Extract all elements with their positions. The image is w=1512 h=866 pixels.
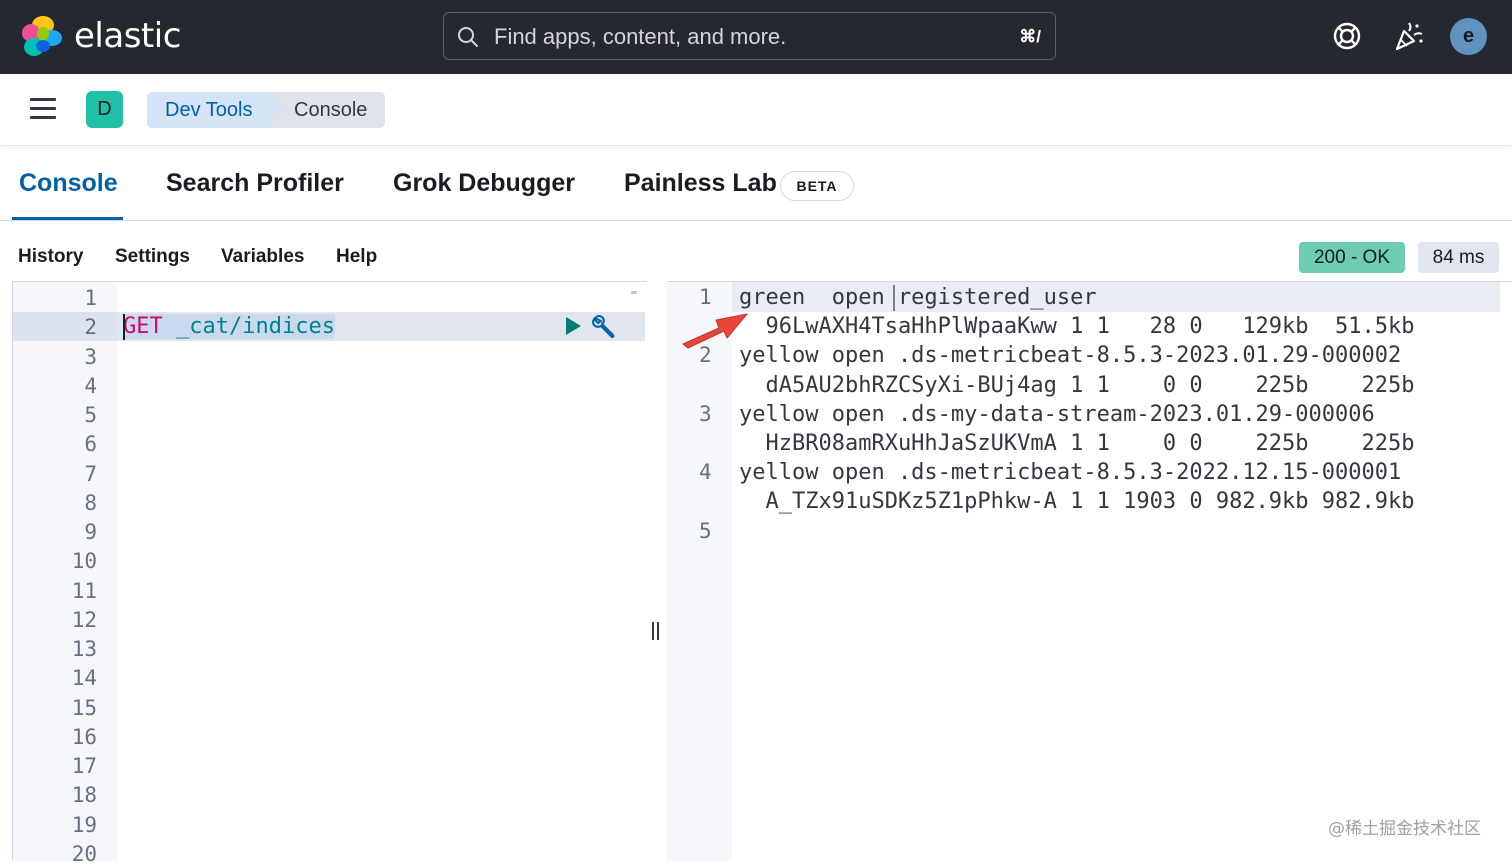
resize-handle[interactable] xyxy=(652,622,660,640)
request-line-number: 9 xyxy=(84,520,97,544)
history-link[interactable]: History xyxy=(18,246,83,268)
response-line-text: A_TZx91uSDKz5Z1pPhkw-A 1 1 1903 0 982.9k… xyxy=(739,489,1415,515)
status-code-badge: 200 - OK xyxy=(1299,242,1405,273)
response-line-number: 3 xyxy=(699,401,712,426)
tab-painless-lab[interactable]: Painless Lab xyxy=(624,169,777,198)
elastic-logo[interactable]: elastic xyxy=(22,16,181,56)
dev-tools-tabs: Console Search Profiler Grok Debugger Pa… xyxy=(0,147,1512,221)
menu-toggle-icon[interactable] xyxy=(30,98,56,120)
request-line-number: 4 xyxy=(84,373,97,398)
request-line-number: 15 xyxy=(71,695,97,720)
global-search-input[interactable]: Find apps, content, and more. ⌘/ xyxy=(443,12,1056,60)
top-header: elastic Find apps, content, and more. ⌘/… xyxy=(0,0,1512,74)
response-gutter xyxy=(667,282,732,861)
help-icon[interactable] xyxy=(1330,19,1364,53)
response-line-text: yellow open .ds-metricbeat-8.5.3-2022.12… xyxy=(739,460,1402,486)
response-line-text: yellow open .ds-my-data-stream-2023.01.2… xyxy=(739,401,1375,427)
response-line-text: HzBR08amRXuHhJaSzUKVmA 1 1 0 0 225b 225b xyxy=(739,431,1415,456)
breadcrumb-console: Console xyxy=(268,92,385,128)
watermark: @稀土掘金技术社区 xyxy=(1328,819,1481,839)
response-line-number: 5 xyxy=(699,518,712,543)
annotation-arrow-icon xyxy=(682,313,748,349)
tab-search-profiler[interactable]: Search Profiler xyxy=(166,169,344,198)
request-line-number: 17 xyxy=(71,754,97,778)
response-line-text: dA5AU2bhRZCSyXi-BUj4ag 1 1 0 0 225b 225b xyxy=(739,372,1415,398)
request-line-number: 16 xyxy=(71,724,97,749)
breadcrumb-dev-tools[interactable]: Dev Tools xyxy=(147,92,287,128)
variables-link[interactable]: Variables xyxy=(221,246,304,268)
help-link[interactable]: Help xyxy=(336,246,377,268)
request-method: GET xyxy=(123,314,163,339)
request-line-number: 5 xyxy=(84,403,97,427)
tab-console[interactable]: Console xyxy=(19,169,118,198)
request-line-number: 18 xyxy=(71,783,97,808)
fold-marker xyxy=(631,291,637,294)
wrench-icon[interactable] xyxy=(591,313,617,339)
response-line-number: 4 xyxy=(699,460,712,485)
request-line-number: 19 xyxy=(71,812,97,837)
search-shortcut: ⌘/ xyxy=(1019,27,1041,46)
tab-grok-debugger[interactable]: Grok Debugger xyxy=(393,169,575,198)
request-line-number: 11 xyxy=(71,578,97,603)
text-cursor xyxy=(123,314,125,340)
news-feed-icon[interactable] xyxy=(1392,19,1426,53)
send-request-icon[interactable] xyxy=(564,316,582,336)
request-line-number: 14 xyxy=(71,666,97,691)
request-line-number: 3 xyxy=(84,344,97,369)
elastic-logo-icon xyxy=(22,16,62,56)
request-code-line[interactable]: GET _cat/indices xyxy=(123,312,335,341)
request-line-number: 8 xyxy=(84,490,97,515)
response-cursor xyxy=(893,285,895,311)
request-time-badge: 84 ms xyxy=(1418,242,1499,273)
console-toolbar: History Settings Variables Help 200 - OK… xyxy=(0,236,1512,280)
request-path: _cat/indices xyxy=(162,314,335,339)
request-editor[interactable]: 1 2 3 4 5 6 7 8 9 10 11 12 13 14 15 16 17 18 19 20 GET _cat… xyxy=(12,281,646,866)
request-line-number: 2 xyxy=(84,315,97,340)
panel-divider xyxy=(646,281,667,860)
user-avatar[interactable]: e xyxy=(1450,18,1487,55)
request-line-number: 13 xyxy=(71,637,97,661)
response-line-text: 96LwAXH4TsaHhPlWpaaKww 1 1 28 0 129kb 51… xyxy=(739,314,1415,340)
space-avatar[interactable]: D xyxy=(86,91,123,128)
request-line-number: 12 xyxy=(71,607,97,632)
breadcrumb-bar: D Dev Tools Console xyxy=(0,74,1512,146)
active-tab-indicator xyxy=(12,217,123,220)
beta-badge: BETA xyxy=(780,171,854,201)
request-line-number: 20 xyxy=(71,841,97,866)
request-line-number: 10 xyxy=(71,549,97,574)
search-icon xyxy=(458,27,478,47)
request-line-number: 7 xyxy=(84,461,97,486)
response-output: 1 green open registered_user 96LwAXH4TsaH… xyxy=(667,281,1512,861)
request-line-number: 1 xyxy=(84,286,97,310)
response-line-text: yellow open .ds-metricbeat-8.5.3-2023.01… xyxy=(739,343,1402,369)
request-line-number: 6 xyxy=(84,432,97,457)
response-line-text: green open registered_user xyxy=(739,285,1097,310)
settings-link[interactable]: Settings xyxy=(115,246,190,268)
logo-text: elastic xyxy=(74,16,181,56)
search-placeholder: Find apps, content, and more. xyxy=(494,24,787,49)
